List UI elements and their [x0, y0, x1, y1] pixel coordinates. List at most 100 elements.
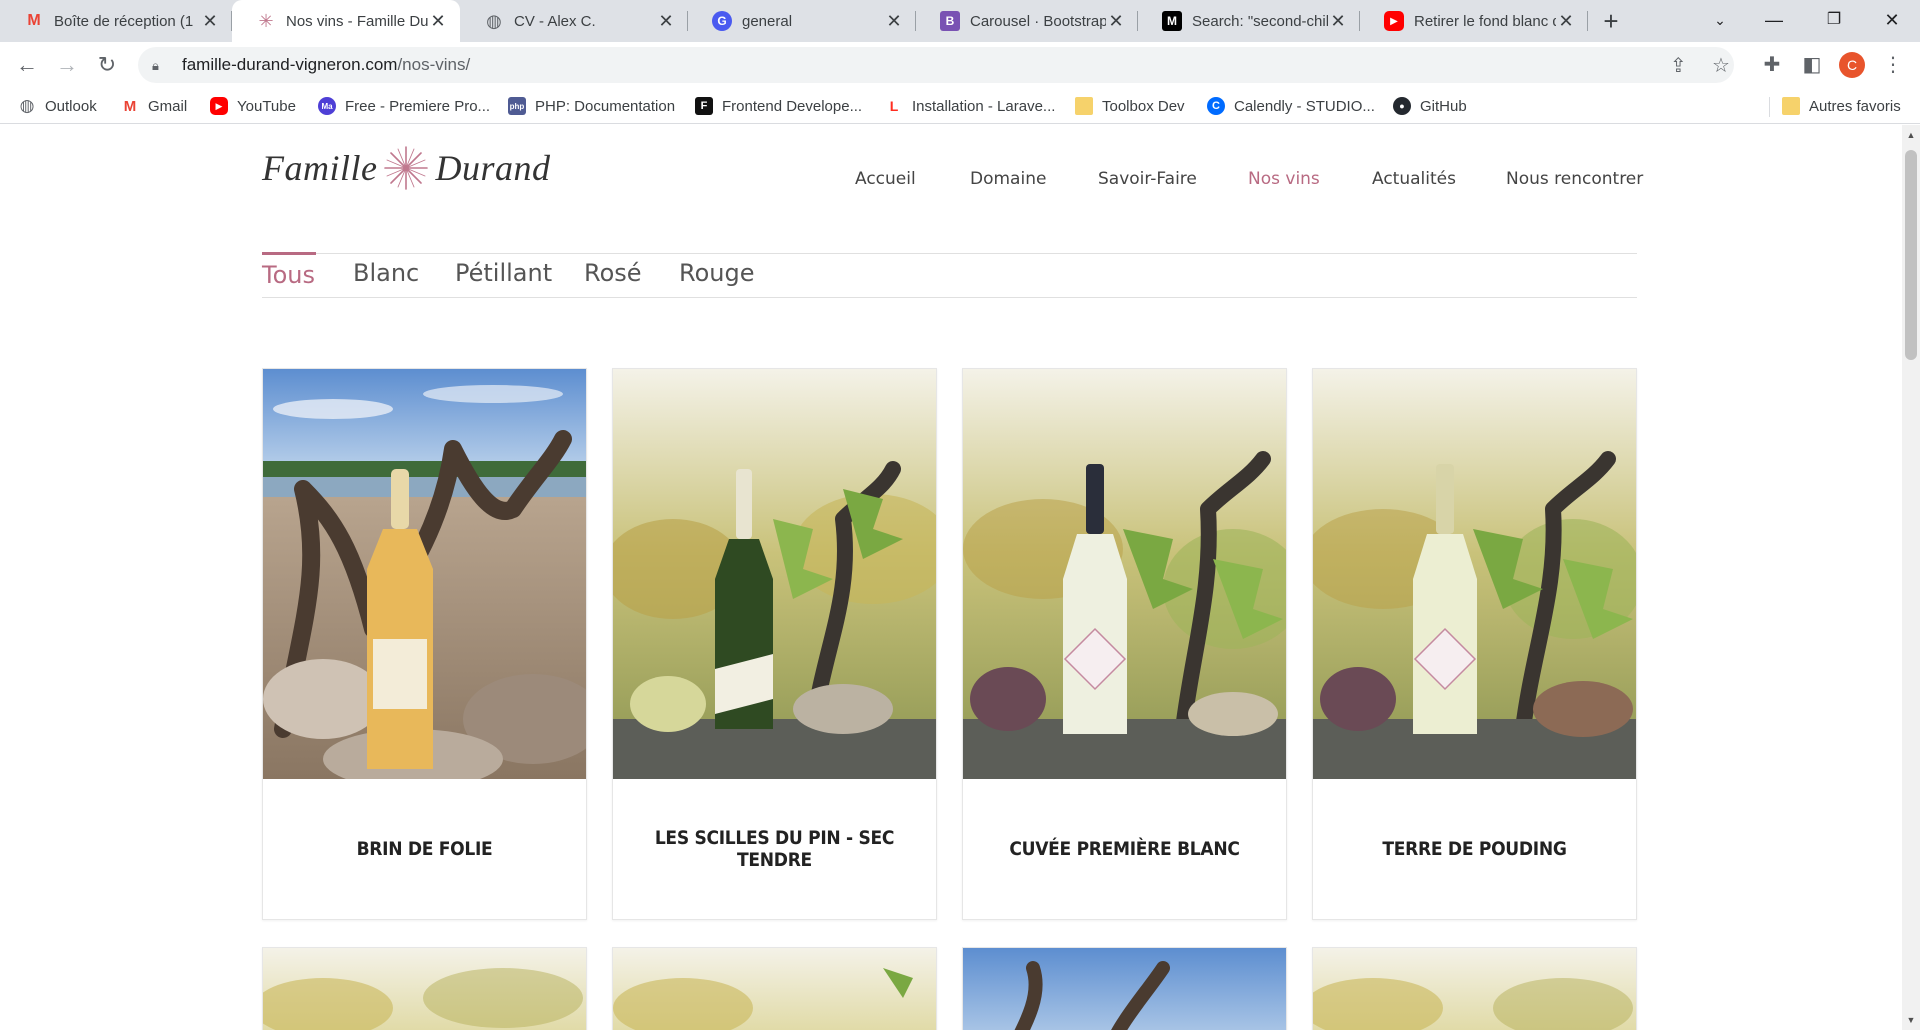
wine-card[interactable]: Terre de Pouding — [1312, 368, 1637, 920]
php-icon: php — [508, 97, 526, 115]
github-icon: ● — [1393, 97, 1411, 115]
wine-photo — [1313, 948, 1636, 1030]
bookmark-frontend[interactable]: F Frontend Develope... — [695, 95, 862, 117]
tab-title: Retirer le fond blanc d — [1414, 12, 1556, 30]
tab-cv[interactable]: ◍ CV - Alex C. ✕ — [460, 0, 688, 42]
youtube-icon: ▶ — [210, 97, 228, 115]
wine-card[interactable]: Cuvée Première Blanc — [962, 368, 1287, 920]
laravel-icon: L — [889, 98, 899, 114]
browser-toolbar: ← → ↻ 🔒︎ famille-durand-vigneron.com/nos… — [0, 42, 1920, 88]
wine-card[interactable]: Brin de Folie — [262, 368, 587, 920]
side-panel-icon[interactable]: ◧ — [1796, 50, 1828, 80]
bookmark-star-icon[interactable]: ☆ — [1712, 53, 1730, 78]
close-tab-icon[interactable]: ✕ — [1328, 11, 1348, 32]
scroll-down-icon[interactable]: ▼ — [1902, 1012, 1920, 1028]
tab-title: CV - Alex C. — [514, 12, 596, 30]
filter-petillant[interactable]: Pétillant — [455, 259, 552, 287]
page-viewport: Famille Durand Accueil Domaine Savoir-Fa… — [0, 125, 1902, 1030]
site-logo[interactable]: Famille Durand — [262, 145, 551, 191]
wine-card[interactable] — [262, 947, 587, 1030]
bookmark-label: Autres favoris — [1809, 97, 1901, 115]
bookmark-gmail[interactable]: M Gmail — [121, 95, 187, 117]
nav-nos-vins[interactable]: Nos vins — [1248, 169, 1320, 189]
gmail-icon: M — [27, 12, 41, 29]
share-icon[interactable]: ⇪ — [1670, 53, 1687, 78]
wine-card[interactable] — [612, 947, 937, 1030]
wine-photo — [263, 369, 586, 779]
bookmark-folder-toolbox[interactable]: Toolbox Dev — [1075, 95, 1185, 117]
logo-text-left: Famille — [262, 148, 378, 188]
scrollbar-thumb[interactable] — [1905, 150, 1917, 360]
wine-name: Brin de Folie — [356, 838, 493, 860]
close-tab-icon[interactable]: ✕ — [200, 11, 220, 32]
page-scrollbar[interactable]: ▲ ▼ — [1902, 125, 1920, 1030]
tab-mdn-search[interactable]: M Search: "second-child ✕ — [1138, 0, 1360, 42]
filter-rose[interactable]: Rosé — [584, 259, 642, 287]
forward-button[interactable]: → — [51, 50, 83, 80]
famille-durand-icon: ✳ — [258, 10, 274, 31]
bookmark-outlook[interactable]: ◍ Outlook — [18, 95, 97, 117]
logo-star-icon — [384, 146, 429, 190]
reload-button[interactable]: ↻ — [91, 50, 123, 80]
bookmark-php[interactable]: php PHP: Documentation — [508, 95, 675, 117]
restore-button[interactable]: ❐ — [1806, 0, 1862, 42]
tab-search-icon[interactable]: ⌄ — [1692, 0, 1748, 42]
close-tab-icon[interactable]: ✕ — [884, 11, 904, 32]
logo-text-right: Durand — [435, 148, 551, 188]
active-filter-indicator — [262, 252, 316, 255]
nav-accueil[interactable]: Accueil — [855, 169, 916, 189]
profile-avatar[interactable]: C — [1839, 52, 1865, 78]
close-tab-icon[interactable]: ✕ — [656, 11, 676, 32]
wine-photo — [963, 948, 1286, 1030]
bookmark-label: Installation - Larave... — [912, 97, 1056, 115]
filter-tous[interactable]: Tous — [262, 261, 315, 289]
bookmark-calendly[interactable]: C Calendly - STUDIO... — [1207, 95, 1375, 117]
nav-domaine[interactable]: Domaine — [970, 169, 1046, 189]
tab-youtube[interactable]: ▶ Retirer le fond blanc d ✕ — [1360, 0, 1588, 42]
filter-blanc[interactable]: Blanc — [353, 259, 419, 287]
filter-rouge[interactable]: Rouge — [679, 259, 755, 287]
wine-photo — [1313, 369, 1636, 779]
close-tab-icon[interactable]: ✕ — [1106, 11, 1126, 32]
wine-card[interactable] — [1312, 947, 1637, 1030]
tab-gmail[interactable]: M Boîte de réception (1 ✕ — [0, 0, 232, 42]
tab-nos-vins[interactable]: ✳ Nos vins - Famille Dur ✕ — [232, 0, 460, 42]
wine-name: Les Scilles du Pin - Sec Tendre — [654, 827, 895, 871]
bookmark-label: Gmail — [148, 97, 188, 115]
close-window-button[interactable]: ✕ — [1864, 0, 1920, 42]
wine-photo — [613, 948, 936, 1030]
lock-icon[interactable]: 🔒︎ — [152, 58, 166, 73]
scroll-up-icon[interactable]: ▲ — [1902, 127, 1920, 143]
bookmark-premiere[interactable]: Ma Free - Premiere Pro... — [318, 95, 490, 117]
tab-strip: M Boîte de réception (1 ✕ ✳ Nos vins - F… — [0, 0, 1920, 42]
nav-nous-rencontrer[interactable]: Nous rencontrer — [1506, 169, 1643, 189]
new-tab-button[interactable]: + — [1595, 6, 1627, 36]
extensions-icon[interactable]: ✚ — [1756, 50, 1788, 80]
menu-icon[interactable]: ⋮ — [1877, 50, 1909, 80]
minimize-button[interactable]: — — [1746, 0, 1802, 42]
bookmark-youtube[interactable]: ▶ YouTube — [210, 95, 296, 117]
address-bar[interactable]: 🔒︎ famille-durand-vigneron.com/nos-vins/ — [138, 47, 1734, 83]
close-tab-icon[interactable]: ✕ — [1556, 11, 1576, 32]
wine-photo — [613, 369, 936, 779]
tab-general[interactable]: G general ✕ — [688, 0, 916, 42]
tab-title: Nos vins - Famille Dur — [286, 12, 428, 30]
bookmark-label: Toolbox Dev — [1102, 97, 1185, 115]
wine-card[interactable]: Les Scilles du Pin - Sec Tendre — [612, 368, 937, 920]
tab-separator — [1587, 11, 1588, 31]
tab-bootstrap[interactable]: B Carousel · Bootstrap ✕ — [916, 0, 1138, 42]
nav-savoir-faire[interactable]: Savoir-Faire — [1098, 169, 1197, 189]
wine-card[interactable] — [962, 947, 1287, 1030]
youtube-icon: ▶ — [1384, 11, 1404, 31]
nav-actualites[interactable]: Actualités — [1372, 169, 1456, 189]
bookmark-label: Free - Premiere Pro... — [345, 97, 491, 115]
close-tab-icon[interactable]: ✕ — [428, 11, 448, 32]
bookmark-label: GitHub — [1420, 97, 1467, 115]
chat-icon: G — [712, 11, 732, 31]
bookmark-laravel[interactable]: L Installation - Larave... — [885, 95, 1056, 117]
bookmark-github[interactable]: ● GitHub — [1393, 95, 1467, 117]
bookmark-other-favorites[interactable]: Autres favoris — [1782, 95, 1901, 117]
mdn-icon: M — [1162, 11, 1182, 31]
bookmark-label: YouTube — [237, 97, 296, 115]
back-button[interactable]: ← — [11, 50, 43, 80]
